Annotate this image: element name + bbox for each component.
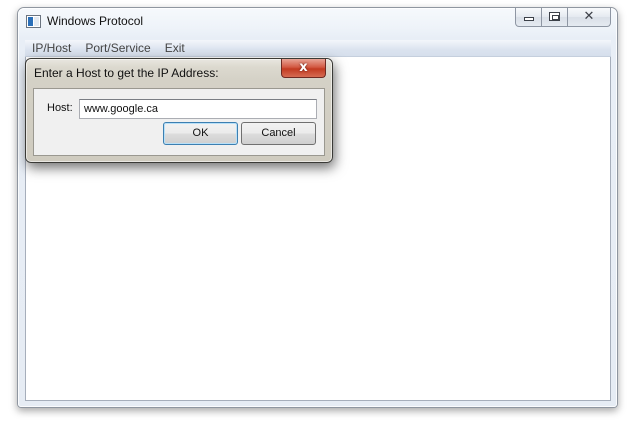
window-title: Windows Protocol: [47, 14, 144, 28]
maximize-icon: [549, 12, 560, 21]
minimize-icon: [524, 17, 534, 21]
host-input[interactable]: www.google.ca: [79, 99, 317, 119]
cancel-button[interactable]: Cancel: [241, 122, 316, 145]
menu-item-exit[interactable]: Exit: [165, 41, 185, 55]
app-window-icon[interactable]: [26, 15, 41, 28]
dialog-close-button[interactable]: x: [281, 59, 326, 78]
close-button[interactable]: ✕: [568, 8, 611, 27]
close-icon: ✕: [583, 9, 595, 24]
host-label: Host:: [47, 102, 73, 114]
menu-item-ip-host[interactable]: IP/Host: [32, 41, 71, 55]
caption-buttons: ✕: [515, 8, 611, 27]
host-dialog: Enter a Host to get the IP Address: x Ho…: [25, 58, 333, 163]
close-icon: x: [299, 60, 308, 75]
minimize-button[interactable]: [515, 8, 542, 27]
menu-bar: IP/Host Port/Service Exit: [25, 40, 611, 57]
dialog-body: Host: www.google.ca OK Cancel: [33, 88, 325, 156]
menu-item-port-service[interactable]: Port/Service: [85, 41, 150, 55]
dialog-title: Enter a Host to get the IP Address:: [34, 66, 219, 80]
maximize-button[interactable]: [542, 8, 568, 27]
ok-button[interactable]: OK: [163, 122, 238, 145]
